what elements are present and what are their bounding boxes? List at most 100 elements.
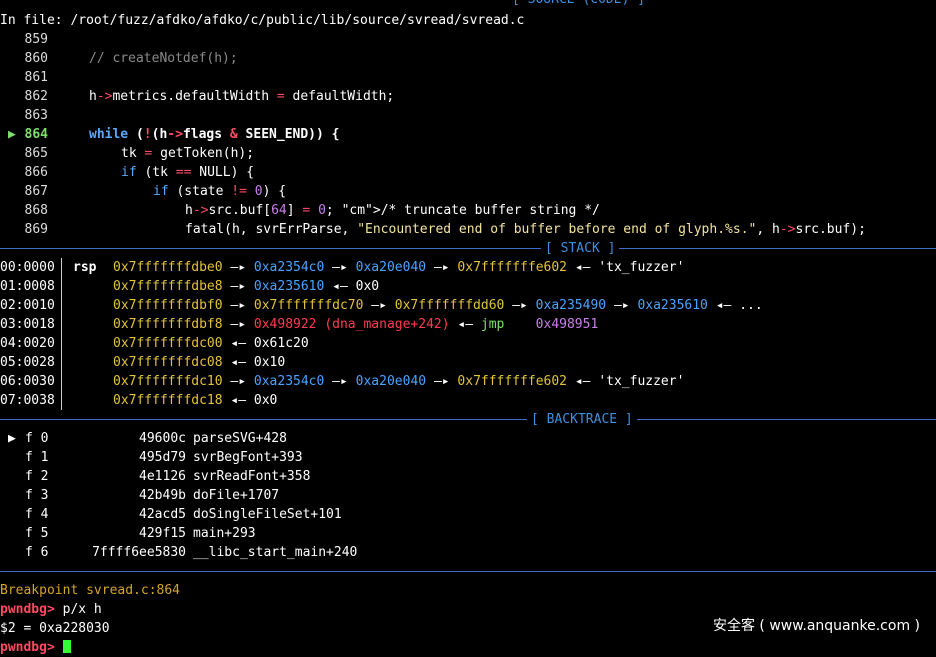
stack-address: 0x7fffffffdc10: [113, 374, 223, 389]
stack-chain-tail: 'tx_fuzzer': [598, 374, 685, 389]
current-line-marker-icon: ▶: [8, 127, 16, 142]
stack-address: 0x7fffffffdbf0: [113, 298, 223, 313]
source-line: 863: [0, 106, 48, 125]
frame-address: 7ffff6ee5830: [92, 545, 186, 560]
stack-offset: 07:0038: [0, 393, 55, 408]
source-line: 868 h->src.buf[64] = 0; "cm">/* truncate …: [0, 201, 600, 220]
source-code-text: while (!(h->flags & SEEN_END)) {: [89, 127, 340, 142]
stack-offset: 05:0028: [0, 355, 55, 370]
source-code-text: // createNotdef(h);: [89, 51, 238, 66]
frame-number: f 5: [25, 526, 49, 541]
line-number: 862: [24, 89, 48, 104]
stack-chain-value: 0xa20e040: [355, 260, 427, 275]
source-code-text: h->metrics.defaultWidth = defaultWidth;: [89, 89, 395, 104]
line-number: 866: [24, 165, 48, 180]
line-number: 865: [24, 146, 48, 161]
stack-chain-value: 0xa235490: [535, 298, 607, 313]
console-result: $2 = 0xa228030: [0, 621, 110, 636]
backtrace-frame[interactable]: f 2 4e1126 svrReadFont+358: [0, 467, 936, 486]
frame-number: f 2: [25, 469, 49, 484]
source-line: 862 h->metrics.defaultWidth = defaultWidt…: [0, 87, 395, 106]
stack-chain-value: 0xa235610: [637, 298, 708, 313]
line-number: 861: [24, 70, 48, 85]
frame-symbol: doFile+1707: [193, 488, 280, 503]
stack-section-header: [ STACK ]: [0, 239, 936, 258]
stack-address: 0x7fffffffdbe8: [113, 279, 223, 294]
backtrace-frame[interactable]: f 4 42acd5 doSingleFileSet+101: [0, 505, 936, 524]
line-number: 867: [24, 184, 48, 199]
stack-row: 06:0030 0x7fffffffdc10 —▸ 0xa2354c0 —▸ 0x…: [0, 374, 685, 389]
stack-row: 01:0008 0x7fffffffdbe8 —▸ 0xa235610 ◂— 0x…: [0, 279, 380, 294]
source-code-text: tk = getToken(h);: [121, 146, 255, 161]
stack-address: 0x7fffffffdc00: [113, 336, 223, 351]
frame-address: 49600c: [139, 431, 186, 446]
stack-instruction-arg: 0x498951: [535, 317, 599, 332]
text-cursor: [62, 640, 71, 653]
frame-number: f 6: [25, 545, 49, 560]
line-number: 863: [24, 108, 48, 123]
stack-index-divider: [61, 258, 62, 410]
source-code-text: if (tk == NULL) {: [121, 165, 255, 180]
stack-row: 05:0028 0x7fffffffdc08 ◂— 0x10: [0, 355, 286, 370]
current-frame-marker-icon: ▶: [8, 431, 16, 446]
line-number: 859: [24, 32, 48, 47]
frame-symbol: svrBegFont+393: [193, 450, 303, 465]
stack-offset: 06:0030: [0, 374, 55, 389]
console-prompt-2: pwndbg>: [0, 640, 55, 655]
console-prompt: pwndbg>: [0, 602, 55, 617]
source-code-text: h->src.buf[64] = 0; "cm">/* truncate buf…: [185, 203, 600, 218]
stack-offset: 03:0018: [0, 317, 55, 332]
frame-number: f 0: [25, 431, 49, 446]
console-input-line[interactable]: pwndbg>: [0, 638, 71, 657]
frame-symbol: main+293: [193, 526, 256, 541]
stack-chain-value: 0xa20e040: [355, 374, 427, 389]
frame-number: f 4: [25, 507, 49, 522]
console-separator: [0, 562, 936, 581]
source-line: 867 if (state != 0) {: [0, 182, 287, 201]
frame-address: 495d79: [139, 450, 186, 465]
backtrace-section-header: [ BACKTRACE ]: [0, 410, 936, 429]
stack-row: 00:0000 rsp 0x7fffffffdbe0 —▸ 0xa2354c0 —▸…: [0, 260, 685, 275]
stack-row: 03:0018 0x7fffffffdbf8 —▸ 0x498922 (dna_m…: [0, 317, 599, 332]
stack-chain-tail: 0x61c20: [253, 336, 309, 351]
frame-symbol: svrReadFont+358: [193, 469, 311, 484]
stack-chain-value: 0x7fffffffe602: [457, 374, 567, 389]
frame-address: 42acd5: [139, 507, 186, 522]
stack-chain-value: 0x7fffffffe602: [457, 260, 567, 275]
frame-address: 42b49b: [139, 488, 186, 503]
backtrace-frame[interactable]: ▶ f 0 49600c parseSVG+428: [0, 429, 936, 448]
stack-offset: 01:0008: [0, 279, 55, 294]
source-line: 861: [0, 68, 48, 87]
source-code-text: fatal(h, svrErrParse, "Encountered end o…: [185, 222, 866, 237]
source-line: 860 // createNotdef(h);: [0, 49, 238, 68]
watermark: 安全客 ( www.anquanke.com ): [712, 618, 920, 634]
backtrace-section-title: [ BACKTRACE ]: [527, 410, 637, 429]
stack-chain-tail: 'tx_fuzzer': [598, 260, 685, 275]
line-number: 868: [24, 203, 48, 218]
console-command-line: pwndbg> p/x h: [0, 600, 102, 619]
stack-chain-value: 0x7fffffffdd60: [394, 298, 505, 313]
frame-number: f 1: [25, 450, 49, 465]
backtrace-frame[interactable]: f 6 7ffff6ee5830 __libc_start_main+240: [0, 543, 936, 562]
stack-instruction: jmp: [480, 317, 505, 332]
source-section-header: [ SOURCE (CODE) ]: [0, 0, 936, 9]
stack-address: 0x7fffffffdbf8: [113, 317, 223, 332]
source-line: 865 tk = getToken(h);: [0, 144, 255, 163]
frame-symbol: __libc_start_main+240: [193, 545, 358, 560]
stack-chain-tail: 0x0: [355, 279, 380, 294]
stack-chain-value: 0x7fffffffdc70: [253, 298, 364, 313]
backtrace-frame[interactable]: f 5 429f15 main+293: [0, 524, 936, 543]
console-command: p/x h: [62, 602, 102, 617]
source-file-path: In file: /root/fuzz/afdko/afdko/c/public…: [0, 13, 525, 28]
line-number: 869: [24, 222, 48, 237]
stack-row: 04:0020 0x7fffffffdc00 ◂— 0x61c20: [0, 336, 309, 351]
backtrace-frame[interactable]: f 3 42b49b doFile+1707: [0, 486, 936, 505]
source-line: 859: [0, 30, 48, 49]
stack-chain-tail: ...: [739, 298, 763, 313]
stack-offset: 02:0010: [0, 298, 55, 313]
stack-chain-value: 0xa2354c0: [253, 374, 325, 389]
backtrace-frame[interactable]: f 1 495d79 svrBegFont+393: [0, 448, 936, 467]
stack-address: 0x7fffffffdc08: [113, 355, 223, 370]
stack-chain-tail: 0x0: [253, 393, 278, 408]
source-line: ▶ 864 while (!(h->flags & SEEN_END)) {: [0, 125, 339, 144]
